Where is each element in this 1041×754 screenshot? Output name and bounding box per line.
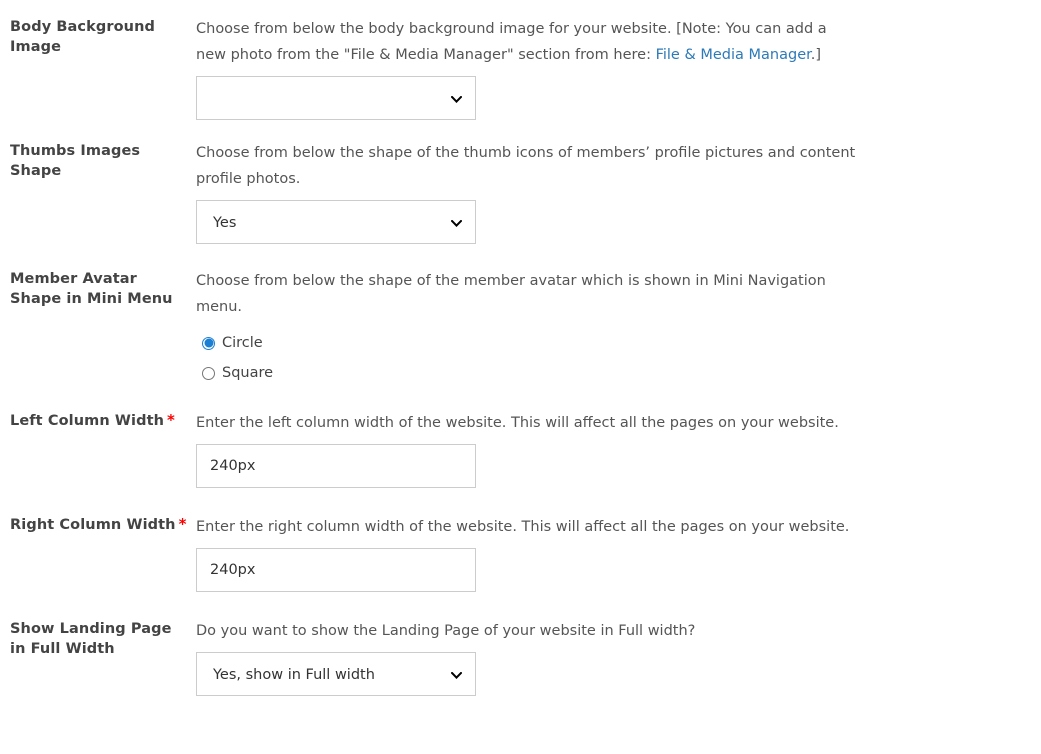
radio-square-unselected-icon[interactable]	[202, 366, 215, 380]
radio-option-label: Circle	[222, 334, 263, 351]
label-cell: Thumbs Images Shape	[0, 120, 196, 244]
chevron-down-icon	[449, 77, 463, 121]
content-cell: Choose from below the shape of the membe…	[196, 244, 1041, 388]
label-cell: Member Avatar Shape in Mini Menu	[0, 244, 196, 388]
control-wrapper	[196, 76, 1041, 120]
description-text-part-2: .]	[810, 47, 822, 63]
content-cell: Do you want to show the Landing Page of …	[196, 592, 1041, 696]
label-cell: Body Background Image	[0, 0, 196, 120]
control-wrapper	[196, 444, 1041, 488]
content-cell: Enter the right column width of the webs…	[196, 488, 1041, 592]
form-row-right-column-width: Right Column Width * Enter the right colu…	[0, 488, 1041, 592]
thumbs-images-shape-select[interactable]: Yes	[196, 200, 476, 244]
field-label: Thumbs Images Shape	[10, 143, 141, 179]
radio-option-circle[interactable]: Circle	[196, 328, 1041, 358]
content-cell: Enter the left column width of the websi…	[196, 388, 1041, 488]
file-media-manager-link[interactable]: File & Media Manager	[656, 47, 811, 63]
content-cell: Choose from below the body background im…	[196, 0, 1041, 120]
required-marker: *	[178, 515, 187, 533]
required-marker: *	[167, 411, 175, 429]
field-label: Member Avatar Shape in Mini Menu	[10, 271, 173, 307]
label-cell: Right Column Width *	[0, 488, 196, 592]
control-wrapper: Yes	[196, 200, 1041, 244]
body-background-image-select[interactable]	[196, 76, 476, 120]
field-description: Enter the right column width of the webs…	[196, 519, 850, 535]
form-row-left-column-width: Left Column Width * Enter the left column…	[0, 388, 1041, 488]
field-description: Do you want to show the Landing Page of …	[196, 623, 696, 639]
form-row-show-landing-page-full-width: Show Landing Page in Full Width Do you w…	[0, 592, 1041, 696]
member-avatar-shape-radio-group: Circle Square	[196, 328, 1041, 388]
label-cell: Left Column Width *	[0, 388, 196, 488]
field-label: Left Column Width	[10, 413, 165, 429]
select-value: Yes, show in Full width	[213, 667, 375, 683]
field-description: Choose from below the shape of the membe…	[196, 273, 826, 315]
content-cell: Choose from below the shape of the thumb…	[196, 120, 1041, 244]
radio-option-square[interactable]: Square	[196, 358, 1041, 388]
chevron-down-icon	[449, 653, 463, 697]
radio-option-label: Square	[222, 364, 274, 381]
field-label: Body Background Image	[10, 19, 155, 55]
field-label: Right Column Width	[10, 517, 176, 533]
radio-circle-selected-icon[interactable]	[202, 336, 215, 350]
form-row-member-avatar-shape: Member Avatar Shape in Mini Menu Choose …	[0, 244, 1041, 388]
chevron-down-icon	[449, 201, 463, 245]
select-value: Yes	[213, 215, 237, 231]
control-wrapper	[196, 548, 1041, 592]
left-column-width-input[interactable]	[196, 444, 476, 488]
right-column-width-input[interactable]	[196, 548, 476, 592]
field-description: Enter the left column width of the websi…	[196, 415, 839, 431]
form-row-thumbs-images-shape: Thumbs Images Shape Choose from below th…	[0, 120, 1041, 244]
form-row-body-background-image: Body Background Image Choose from below …	[0, 0, 1041, 120]
show-landing-page-full-width-select[interactable]: Yes, show in Full width	[196, 652, 476, 696]
settings-form-table: Body Background Image Choose from below …	[0, 0, 1041, 696]
field-description: Choose from below the body background im…	[196, 16, 856, 68]
field-description: Choose from below the shape of the thumb…	[196, 145, 856, 187]
control-wrapper: Yes, show in Full width	[196, 652, 1041, 696]
label-cell: Show Landing Page in Full Width	[0, 592, 196, 696]
field-label: Show Landing Page in Full Width	[10, 621, 172, 657]
